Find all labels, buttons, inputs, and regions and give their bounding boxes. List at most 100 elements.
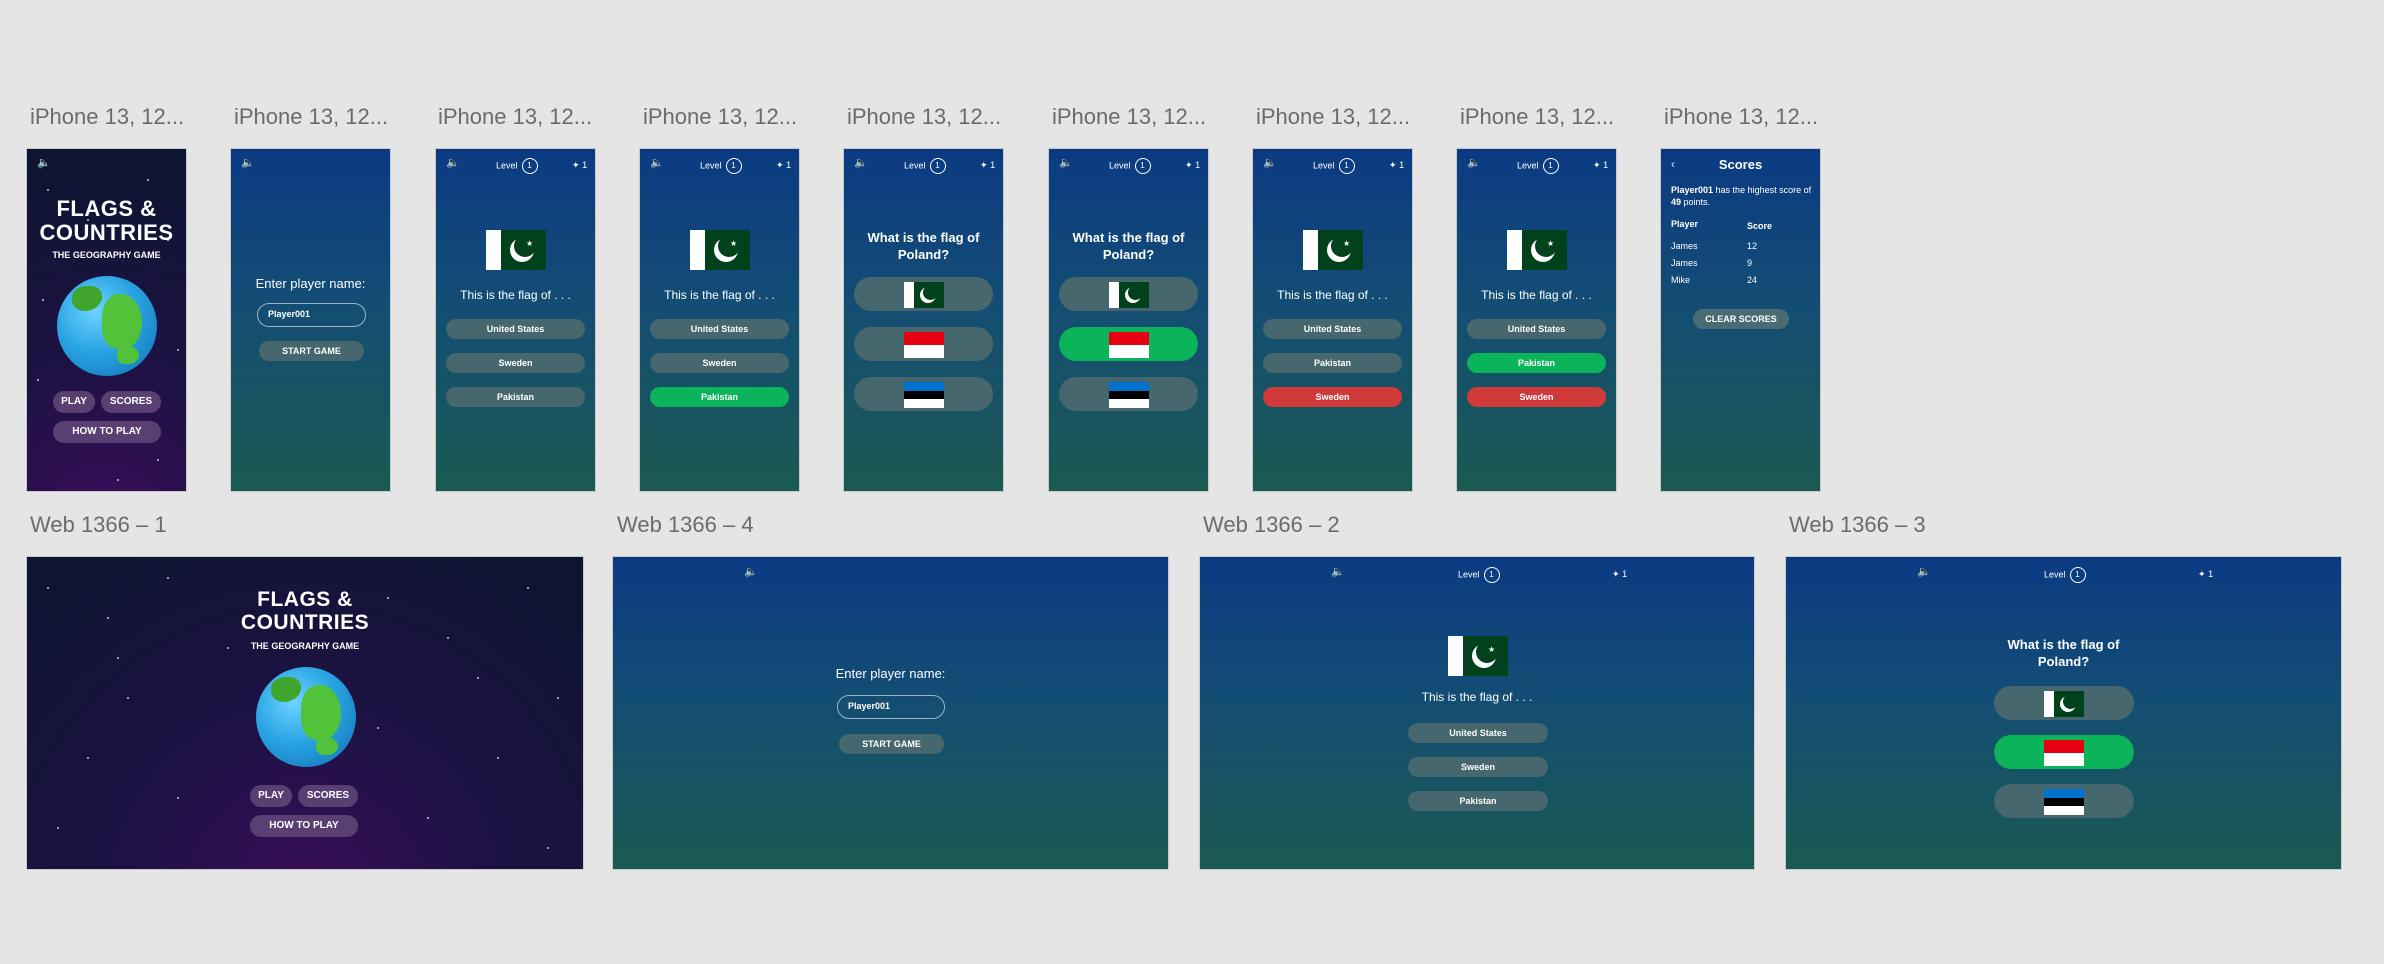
highscore-message: Player001 has the highest score of 49 po…: [1671, 184, 1816, 208]
lives-value: 1: [1622, 569, 1628, 579]
speaker-icon[interactable]: 🔈: [1059, 158, 1073, 169]
table-row: James 9: [1671, 258, 1811, 275]
answer-option-3[interactable]: Pakistan: [1408, 791, 1548, 811]
quiz-statement: This is the flag of . . .: [1481, 288, 1592, 302]
lives-indicator: ✦ 1: [1593, 160, 1608, 171]
answer-option-1[interactable]: United States: [446, 319, 585, 339]
quiz-statement: This is the flag of . . .: [664, 288, 775, 302]
answer-option-2-correct[interactable]: Pakistan: [1467, 353, 1606, 373]
flag-estonia: [1109, 382, 1149, 408]
flag-option-2-correct[interactable]: [1994, 735, 2134, 769]
web-which-flag-screen: 🔈 Level 1 ✦ 1 What is the flag of Poland?: [1785, 556, 2342, 870]
level-indicator: Level 1: [1517, 158, 1559, 174]
speaker-icon[interactable]: 🔈: [37, 158, 51, 169]
player-name-input[interactable]: Player001: [257, 303, 366, 327]
speaker-icon[interactable]: 🔈: [1263, 158, 1277, 169]
question-line-1: What is the flag of: [867, 230, 980, 245]
answer-option-2[interactable]: Sweden: [446, 353, 585, 373]
person-icon: ✦: [1612, 569, 1620, 579]
lives-indicator: ✦ 1: [572, 160, 587, 171]
lives-value: 1: [582, 160, 588, 170]
level-value: 1: [1134, 158, 1151, 174]
lives-value: 1: [1195, 160, 1201, 170]
flag-option-1[interactable]: [854, 277, 993, 311]
frame-title-iphone-1: iPhone 13, 12...: [30, 104, 185, 129]
start-game-button[interactable]: START GAME: [839, 734, 944, 754]
flag-pakistan: [1109, 282, 1149, 308]
flag-pakistan: ★: [486, 230, 546, 270]
level-indicator: Level 1: [1109, 158, 1151, 174]
speaker-icon[interactable]: 🔈: [241, 158, 255, 169]
flag-option-1[interactable]: [1994, 686, 2134, 720]
answer-option-2[interactable]: Pakistan: [1263, 353, 1402, 373]
answer-option-1[interactable]: United States: [1263, 319, 1402, 339]
person-icon: ✦: [776, 160, 784, 170]
scores-header-row: Player Score: [1671, 219, 1811, 241]
answer-option-3[interactable]: Pakistan: [446, 387, 585, 407]
play-button[interactable]: PLAY: [250, 785, 292, 807]
answer-option-2[interactable]: Sweden: [1408, 757, 1548, 777]
answer-option-2[interactable]: Sweden: [650, 353, 789, 373]
highscore-points: 49: [1671, 197, 1682, 207]
row-score: 9: [1747, 258, 1753, 268]
level-value: 1: [2069, 567, 2086, 583]
level-value: 1: [1483, 567, 1500, 583]
answer-option-3-wrong[interactable]: Sweden: [1263, 387, 1402, 407]
clear-scores-button[interactable]: CLEAR SCORES: [1693, 309, 1789, 329]
level-indicator: Level 1: [1313, 158, 1355, 174]
lives-value: 1: [2208, 569, 2214, 579]
level-label: Level: [1109, 160, 1131, 171]
person-icon: ✦: [1593, 160, 1601, 170]
speaker-icon[interactable]: 🔈: [446, 158, 460, 169]
person-icon: ✦: [1185, 160, 1193, 170]
answer-option-1[interactable]: United States: [1408, 723, 1548, 743]
scores-button[interactable]: SCORES: [101, 391, 161, 413]
question-line-1: What is the flag of: [1072, 230, 1185, 245]
game-subtitle: THE GEOGRAPHY GAME: [250, 641, 360, 651]
flag-pakistan: ★: [1448, 636, 1508, 676]
flag-pakistan: ★: [690, 230, 750, 270]
play-button[interactable]: PLAY: [53, 391, 95, 413]
speaker-icon[interactable]: 🔈: [1917, 567, 1931, 578]
scores-table: Player Score James 12 James 9 Mike 24: [1671, 219, 1811, 292]
iphone-flag-quiz-reveal-screen: 🔈 Level 1 ✦ 1 ★ This is the flag of . . .…: [1456, 148, 1617, 492]
level-value: 1: [1542, 158, 1559, 174]
flag-option-3[interactable]: [1994, 784, 2134, 818]
speaker-icon[interactable]: 🔈: [854, 158, 868, 169]
answer-option-1[interactable]: United States: [650, 319, 789, 339]
flag-option-3[interactable]: [854, 377, 993, 411]
answer-option-1[interactable]: United States: [1467, 319, 1606, 339]
speaker-icon[interactable]: 🔈: [650, 158, 664, 169]
flag-option-2[interactable]: [854, 327, 993, 361]
lives-value: 1: [786, 160, 792, 170]
player-name-input[interactable]: Player001: [837, 695, 945, 719]
flag-estonia: [2044, 789, 2084, 815]
web-home-screen: FLAGS & COUNTRIES THE GEOGRAPHY GAME PLA…: [26, 556, 584, 870]
level-label: Level: [904, 160, 926, 171]
lives-value: 1: [1603, 160, 1609, 170]
question-line-2: Poland?: [897, 247, 950, 262]
speaker-icon[interactable]: 🔈: [744, 567, 758, 578]
frame-title-web-2: Web 1366 – 2: [1203, 512, 1340, 537]
speaker-icon[interactable]: 🔈: [1467, 158, 1481, 169]
iphone-flag-quiz-wrong-screen: 🔈 Level 1 ✦ 1 ★ This is the flag of . . .…: [1252, 148, 1413, 492]
flag-option-2-correct[interactable]: [1059, 327, 1198, 361]
iphone-name-entry-screen: 🔈 Enter player name: Player001 START GAM…: [230, 148, 391, 492]
frame-title-iphone-5: iPhone 13, 12...: [847, 104, 1002, 129]
flag-pakistan: [2044, 691, 2084, 717]
frame-title-web-4: Web 1366 – 4: [617, 512, 754, 537]
how-to-play-button[interactable]: HOW TO PLAY: [53, 421, 161, 443]
scores-button[interactable]: SCORES: [298, 785, 358, 807]
flag-option-3[interactable]: [1059, 377, 1198, 411]
start-game-button[interactable]: START GAME: [259, 341, 364, 361]
level-label: Level: [1517, 160, 1539, 171]
level-value: 1: [725, 158, 742, 174]
speaker-icon[interactable]: 🔈: [1331, 567, 1345, 578]
flag-pakistan: [904, 282, 944, 308]
answer-option-3-wrong[interactable]: Sweden: [1467, 387, 1606, 407]
how-to-play-button[interactable]: HOW TO PLAY: [250, 815, 358, 837]
web-name-entry-screen: 🔈 Enter player name: Player001 START GAM…: [612, 556, 1169, 870]
frame-title-iphone-2: iPhone 13, 12...: [234, 104, 389, 129]
flag-option-1[interactable]: [1059, 277, 1198, 311]
answer-option-3-correct[interactable]: Pakistan: [650, 387, 789, 407]
